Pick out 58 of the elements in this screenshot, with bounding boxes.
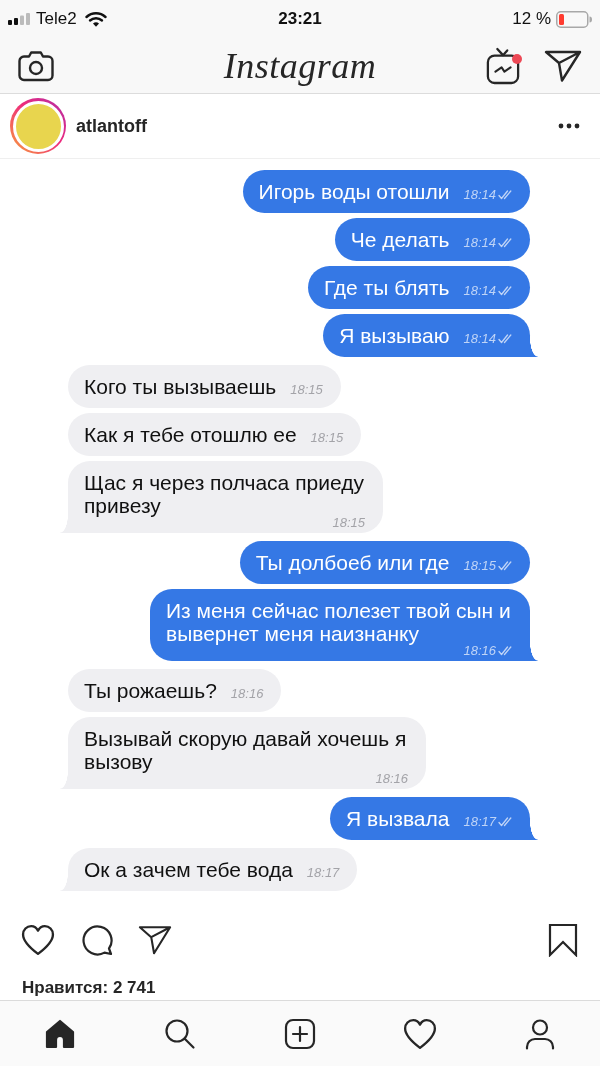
message-text: Ты долбоеб или где [255, 551, 450, 574]
message-time: 18:15 [290, 383, 323, 397]
message-text: Как я тебе отошлю ее [84, 423, 297, 446]
camera-button[interactable] [18, 49, 54, 82]
paper-plane-icon [544, 48, 582, 83]
profile-tab[interactable] [524, 1017, 556, 1050]
message-time: 18:16 [463, 644, 496, 658]
message-time: 18:17 [463, 815, 496, 829]
battery-icon [556, 10, 592, 28]
message-text: Ты рожаешь? [84, 679, 217, 702]
more-icon [558, 123, 580, 129]
wifi-icon [84, 11, 107, 27]
comment-icon[interactable] [80, 924, 114, 956]
direct-messages-button[interactable] [544, 48, 582, 83]
message-time: 18:16 [375, 772, 408, 786]
message-time: 18:15 [310, 431, 344, 445]
message-text: Щас я через полчаса приеду привезу [84, 471, 365, 517]
message-text: Че делать [350, 228, 450, 251]
clock-time: 23:21 [278, 9, 322, 29]
battery-percent: 12 % [512, 9, 551, 29]
message-text: Я вызываю [339, 324, 450, 347]
message-text: Из меня сейчас полезет твой сын и вывернет меня наизнанку [166, 599, 512, 645]
message-text: Вызывай скорую давай хочешь я вызову [84, 727, 408, 773]
message-time: 18:14 [463, 284, 496, 298]
heart-icon [403, 1017, 437, 1050]
home-tab[interactable] [44, 1017, 76, 1050]
username-link[interactable]: atlantoff [76, 115, 147, 137]
carrier-name: Tele2 [36, 9, 77, 29]
message-text: Игорь воды отошли [258, 180, 450, 203]
profile-avatar[interactable] [10, 98, 66, 154]
paper-plane-icon[interactable] [138, 924, 172, 956]
search-tab[interactable] [164, 1017, 196, 1050]
message-text: Ок а зачем тебе вода [84, 858, 293, 881]
message-time: 18:14 [463, 236, 496, 250]
person-icon [524, 1017, 556, 1050]
heart-icon[interactable] [20, 924, 56, 956]
message-time: 18:15 [332, 516, 365, 530]
message-text: Где ты блять [323, 276, 450, 299]
tv-button[interactable] [486, 46, 520, 85]
message-text: Кого ты вызываешь [84, 375, 277, 398]
activity-tab[interactable] [403, 1017, 437, 1050]
signal-icon [8, 13, 30, 25]
likes-count: Нравится: 2 741 [21, 977, 157, 999]
camera-icon [18, 49, 54, 82]
search-icon [164, 1017, 196, 1050]
bookmark-icon[interactable] [548, 923, 578, 957]
message-time: 18:14 [463, 332, 496, 346]
new-post-tab[interactable] [284, 1017, 316, 1050]
message-time: 18:16 [230, 687, 264, 701]
instagram-logo: Instagram [223, 44, 377, 88]
message-time: 18:15 [463, 559, 496, 573]
message-text: Я вызвала [346, 807, 450, 830]
more-options-button[interactable] [558, 123, 580, 129]
message-time: 18:17 [306, 866, 340, 880]
tv-icon [486, 46, 520, 85]
plus-square-icon [284, 1017, 316, 1050]
home-icon [44, 1017, 76, 1050]
message-time: 18:14 [463, 188, 496, 202]
